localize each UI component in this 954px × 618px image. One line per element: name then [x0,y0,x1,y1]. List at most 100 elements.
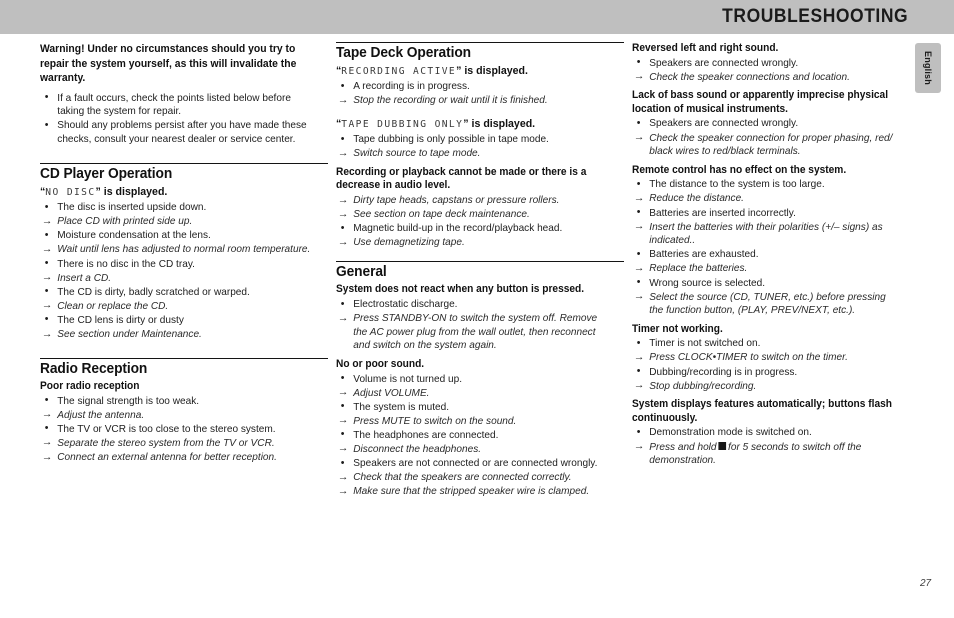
warning-text: Warning! Under no circumstances should y… [40,43,297,85]
list-item-with-stop-icon: Press and holdfor 5 seconds to switch of… [632,440,901,468]
list-item: Demonstration mode is switched on. [632,426,901,440]
list-item: Volume is not turned up. [336,372,612,387]
list-item: Timer is not switched on. [632,337,901,351]
column-right: Reversed left and right sound. Speakers … [632,42,912,468]
section-heading-radio-reception: Radio Reception [40,361,148,378]
list-item: Switch source to tape mode. [336,147,612,161]
list-item: The CD is dirty, badly scratched or warp… [40,285,316,300]
list-item: Dirty tape heads, capstans or pressure r… [336,194,612,208]
section-divider [336,261,624,263]
subheading-timer-not-working: Timer not working. [632,322,723,335]
language-tab-label: English [923,51,933,85]
no-react-item-list: Electrostatic discharge. Press STANDBY-O… [336,298,624,353]
list-item: Disconnect the headphones. [336,442,612,457]
list-item: Speakers are not connected or are connec… [336,457,612,471]
list-item: Stop dubbing/recording. [632,379,901,394]
list-item: If a fault occurs, check the points list… [40,91,316,119]
lcd-text: NO DISC [45,187,96,199]
radio-reception-item-list: The signal strength is too weak. Adjust … [40,394,328,465]
list-item: The system is muted. [336,400,612,415]
reversed-sound-item-list: Speakers are connected wrongly. Check th… [632,56,912,85]
list-item: There is no disc in the CD tray. [40,257,316,272]
no-poor-sound-item-list: Volume is not turned up. Adjust VOLUME. … [336,372,624,499]
list-item: Press CLOCK•TIMER to switch on the timer… [632,351,901,365]
list-item: Speakers are connected wrongly. [632,117,901,131]
list-item: Clean or replace the CD. [40,299,316,314]
list-item: Connect an external antenna for better r… [40,451,316,465]
lcd-message-recording-active: “RECORDING ACTIVE” is displayed. [336,64,624,79]
recording-playback-item-list: Dirty tape heads, capstans or pressure r… [336,194,624,250]
page-number: 27 [920,578,932,589]
subheading-remote-control: Remote control has no effect on the syst… [632,163,847,176]
column-left: Warning! Under no circumstances should y… [40,42,328,465]
timer-item-list: Timer is not switched on. Press CLOCK•TI… [632,337,912,393]
subheading-reversed-sound: Reversed left and right sound. [632,42,779,54]
recording-active-item-list: A recording is in progress. Stop the rec… [336,80,624,108]
list-item: Batteries are inserted incorrectly. [632,206,901,221]
lcd-text: RECORDING ACTIVE [341,66,457,77]
list-item: Should any problems persist after you ha… [40,119,316,146]
lack-of-bass-item-list: Speakers are connected wrongly. Check th… [632,117,912,158]
list-item: Electrostatic discharge. [336,298,612,312]
section-heading-tape-deck: Tape Deck Operation [336,45,471,61]
list-item: Press MUTE to switch on the sound. [336,414,612,429]
list-item: The CD lens is dirty or dusty [40,313,316,328]
subheading-lack-of-bass: Lack of bass sound or apparently impreci… [632,89,889,115]
list-item: Reduce the distance. [632,192,901,206]
list-item: See section under Maintenance. [40,328,316,342]
remote-control-item-list: The distance to the system is too large.… [632,178,912,317]
list-item: Batteries are exhausted. [632,248,901,262]
list-item: Insert a CD. [40,271,316,286]
list-item: Wait until lens has adjusted to normal r… [40,243,316,257]
demo-text-before: Press and hold [649,440,717,453]
section-divider [336,42,624,43]
section-heading-cd-player: CD Player Operation [40,166,173,183]
lcd-message-no-disc: “NO DISC” is displayed. [40,185,328,200]
list-item: Check the speaker connections and locati… [632,70,901,85]
section-divider [40,358,328,360]
list-item: Check the speaker connection for proper … [632,131,901,159]
list-item: Adjust the antenna. [40,408,316,423]
subheading-recording-playback-fail: Recording or playback cannot be made or … [336,165,587,192]
list-item: Insert the batteries with their polariti… [632,220,901,248]
list-item: Separate the stereo system from the TV o… [40,436,316,451]
list-item: Moisture condensation at the lens. [40,229,316,243]
demo-mode-item-list: Demonstration mode is switched on. Press… [632,426,912,467]
list-item: The TV or VCR is too close to the stereo… [40,422,316,437]
lcd-message-tape-dubbing-only: “TAPE DUBBING ONLY” is displayed. [336,117,624,132]
list-item: Press STANDBY-ON to switch the system of… [336,312,612,353]
list-item: Place CD with printed side up. [40,215,316,229]
section-divider [40,163,328,165]
lcd-suffix: ” is displayed. [95,186,168,199]
list-item: The distance to the system is too large. [632,178,901,192]
list-item: Magnetic build-up in the record/playback… [336,222,612,236]
list-item: Adjust VOLUME. [336,386,612,401]
list-item: Dubbing/recording is in progress. [632,365,901,380]
lcd-text: TAPE DUBBING ONLY [341,119,464,131]
list-item: The signal strength is too weak. [40,394,316,409]
list-item: Make sure that the stripped speaker wire… [336,485,612,499]
lcd-suffix: ” is displayed. [463,118,536,131]
section-heading-general: General [336,264,387,281]
subheading-poor-radio-reception: Poor radio reception [40,380,140,393]
page-title: TROUBLESHOOTING [722,6,908,27]
list-item: Stop the recording or wait until it is f… [336,94,612,108]
cd-player-item-list: The disc is inserted upside down. Place … [40,201,328,341]
list-item: Use demagnetizing tape. [336,236,612,250]
lcd-suffix: ” is displayed. [456,65,528,77]
list-item: Check that the speakers are connected co… [336,471,612,485]
language-tab: English [915,43,941,93]
subheading-no-react: System does not react when any button is… [336,283,585,296]
tape-dubbing-item-list: Tape dubbing is only possible in tape mo… [336,133,624,161]
list-item: The headphones are connected. [336,428,612,443]
subheading-demo-mode: System displays features automatically; … [632,398,892,424]
stop-button-icon [718,442,727,451]
list-item: Select the source (CD, TUNER, etc.) befo… [632,290,901,318]
list-item: See section on tape deck maintenance. [336,208,612,222]
list-item: A recording is in progress. [336,80,612,94]
list-item: Tape dubbing is only possible in tape mo… [336,133,612,147]
list-item: Speakers are connected wrongly. [632,56,901,71]
column-middle: Tape Deck Operation “RECORDING ACTIVE” i… [336,42,624,499]
list-item: Wrong source is selected. [632,276,901,291]
subheading-no-poor-sound: No or poor sound. [336,357,425,370]
